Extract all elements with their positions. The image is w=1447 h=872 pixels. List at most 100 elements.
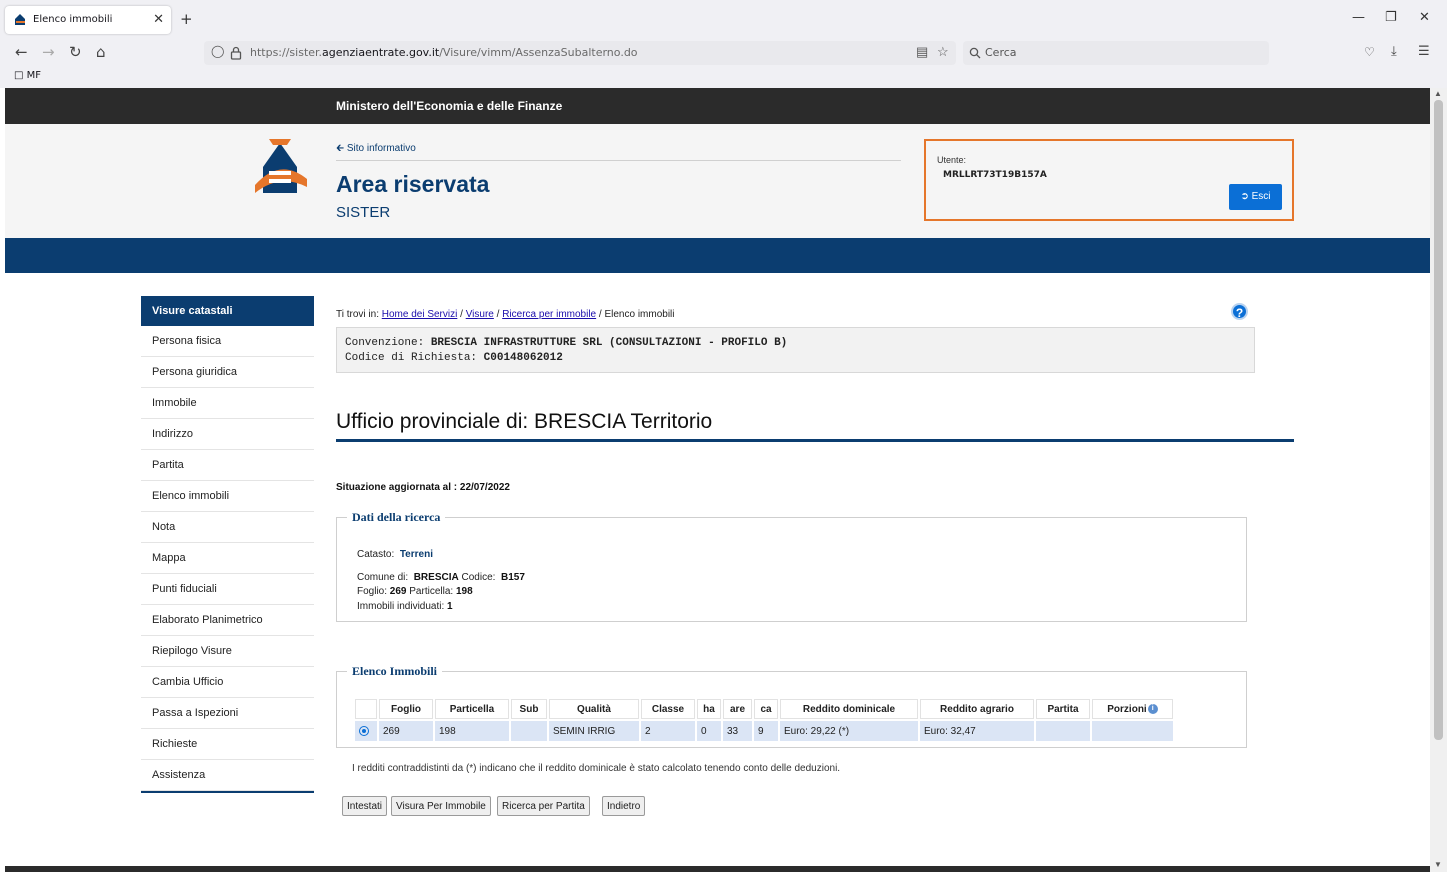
back-icon[interactable]: ← [15, 43, 28, 61]
area-riservata-title: Area riservata [336, 171, 490, 197]
sidebar-item-mappa[interactable]: Mappa [141, 543, 314, 574]
situazione-date: Situazione aggiornata al : 22/07/2022 [336, 482, 510, 493]
user-code: MRLLRT73T19B157A [943, 170, 1047, 180]
tab-bar: Elenco immobili ✕ + — ❐ ✕ [0, 0, 1447, 38]
pocket-icon[interactable]: ♡ [1364, 45, 1375, 59]
menu-icon[interactable]: ☰ [1418, 44, 1430, 59]
breadcrumb-sep: / [496, 309, 500, 320]
search-bar[interactable]: Cerca [963, 41, 1269, 65]
breadcrumb-visure[interactable]: Visure [466, 309, 494, 320]
breadcrumb-current: Elenco immobili [604, 309, 675, 320]
bookmarks-bar: □ MF [0, 68, 1447, 88]
sidebar-item-indirizzo[interactable]: Indirizzo [141, 419, 314, 450]
forward-icon[interactable]: → [42, 43, 55, 61]
download-icon[interactable]: ⤓ [1391, 44, 1397, 59]
row-select-radio[interactable] [355, 721, 377, 741]
new-tab-icon[interactable]: + [180, 10, 193, 28]
sidebar-item-cambia-ufficio[interactable]: Cambia Ufficio [141, 667, 314, 698]
agenzia-favicon-icon [15, 14, 25, 25]
sidebar-item-punti-fiduciali[interactable]: Punti fiduciali [141, 574, 314, 605]
sito-informativo-link[interactable]: 🡰 Sito informativo [336, 141, 416, 158]
immobili-line: Immobili individuati: 1 [357, 601, 453, 612]
table-header-row: Foglio Particella Sub Qualità Classe ha … [355, 699, 1173, 719]
scroll-thumb[interactable] [1434, 100, 1443, 740]
cell-reddito-agrario: Euro: 32,47 [920, 721, 1034, 741]
sidebar-bottom-rule [141, 791, 314, 793]
sidebar-item-elenco-immobili[interactable]: Elenco immobili [141, 481, 314, 512]
info-icon[interactable]: i [1147, 703, 1158, 714]
cell-particella: 198 [435, 721, 509, 741]
scroll-up-icon[interactable]: ▲ [1434, 89, 1442, 98]
header-divider [336, 160, 901, 161]
restore-icon[interactable]: ❐ [1385, 10, 1397, 25]
home-icon[interactable]: ⌂ [96, 43, 106, 61]
scroll-down-icon[interactable]: ▼ [1434, 860, 1442, 869]
sidebar-item-partita[interactable]: Partita [141, 450, 314, 481]
codice-richiesta-label: Codice di Richiesta: [345, 352, 478, 364]
intestati-button[interactable]: Intestati [342, 796, 388, 816]
bookmark-folder[interactable]: □ MF [14, 70, 41, 81]
col-select [355, 699, 377, 719]
sidebar-item-persona-giuridica[interactable]: Persona giuridica [141, 357, 314, 388]
sidebar-item-nota[interactable]: Nota [141, 512, 314, 543]
tab-title: Elenco immobili [33, 14, 113, 25]
col-porzioni: Porzioni i [1092, 699, 1173, 719]
cell-are: 33 [723, 721, 752, 741]
arrow-left-icon: 🡰 [336, 143, 345, 154]
breadcrumb-sep: / [460, 309, 463, 320]
cell-reddito-dominicale: Euro: 29,22 (*) [780, 721, 918, 741]
sidebar-item-elaborato-planimetrico[interactable]: Elaborato Planimetrico [141, 605, 314, 636]
sidebar-item-persona-fisica[interactable]: Persona fisica [141, 326, 314, 357]
table-row[interactable]: 269 198 SEMIN IRRIG 2 0 33 9 Euro: 29,22… [355, 721, 1173, 741]
reload-icon[interactable]: ↻ [69, 43, 82, 61]
close-icon[interactable]: ✕ [1419, 10, 1430, 25]
col-sub: Sub [511, 699, 547, 719]
cell-ca: 9 [754, 721, 778, 741]
user-box: Utente: MRLLRT73T19B157A ➲ Esci [924, 139, 1294, 221]
col-classe: Classe [641, 699, 695, 719]
comune-line: Comune di: BRESCIA Codice: B157 [357, 572, 525, 583]
ricerca-per-partita-button[interactable]: Ricerca per Partita [497, 796, 590, 816]
breadcrumb-home-servizi[interactable]: Home dei Servizi [382, 309, 458, 320]
cell-partita [1036, 721, 1090, 741]
nav-bar: ← → ↻ ⌂ ◯ https://sister.agenziaentrate.… [0, 38, 1447, 68]
col-ca: ca [754, 699, 778, 719]
user-label: Utente: [937, 155, 967, 165]
tab-close-icon[interactable]: ✕ [153, 11, 164, 27]
col-are: are [723, 699, 752, 719]
star-icon[interactable]: ☆ [937, 44, 949, 60]
cell-ha: 0 [697, 721, 721, 741]
convenzione-value: BRESCIA INFRASTRUTTURE SRL (CONSULTAZION… [430, 337, 788, 349]
indietro-button[interactable]: Indietro [602, 796, 646, 816]
col-reddito-agrario: Reddito agrario [920, 699, 1034, 719]
visura-per-immobile-button[interactable]: Visura Per Immobile [391, 796, 491, 816]
elenco-immobili-title: Elenco Immobili [352, 664, 438, 678]
url-bar[interactable]: ◯ https://sister.agenziaentrate.gov.it/V… [204, 41, 956, 65]
logout-icon: ➲ [1240, 191, 1249, 202]
browser-tab[interactable]: Elenco immobili ✕ [5, 6, 171, 34]
col-partita: Partita [1036, 699, 1090, 719]
sidebar-item-riepilogo-visure[interactable]: Riepilogo Visure [141, 636, 314, 667]
logout-button[interactable]: ➲ Esci [1229, 184, 1282, 210]
redditi-note: I redditi contraddistinti da (*) indican… [352, 763, 841, 774]
help-icon[interactable]: ? [1231, 303, 1248, 320]
page-scrollbar[interactable]: ▲ ▼ [1430, 88, 1447, 872]
url-text[interactable]: https://sister.agenziaentrate.gov.it/Vis… [250, 46, 638, 59]
shield-icon[interactable]: ◯ [211, 44, 224, 58]
sidebar-item-immobile[interactable]: Immobile [141, 388, 314, 419]
sidebar-menu: Visure catastali Persona fisica Persona … [141, 296, 314, 793]
sidebar-item-passa-ispezioni[interactable]: Passa a Ispezioni [141, 698, 314, 729]
radio-selected-icon[interactable] [359, 725, 369, 736]
cell-foglio: 269 [379, 721, 433, 741]
page-title: Ufficio provinciale di: BRESCIA Territor… [336, 410, 713, 433]
minimize-icon[interactable]: — [1352, 10, 1365, 25]
reader-icon[interactable]: ▤ [916, 44, 928, 60]
sidebar-item-assistenza[interactable]: Assistenza [141, 760, 314, 791]
breadcrumb-ricerca-immobile[interactable]: Ricerca per immobile [502, 309, 596, 320]
sidebar-item-richieste[interactable]: Richieste [141, 729, 314, 760]
elenco-immobili-box: Elenco Immobili Foglio Particella Sub Qu… [336, 664, 1247, 748]
ministry-title: Ministero dell'Economia e delle Finanze [336, 99, 563, 113]
site-header: 🡰 Sito informativo Area riservata SISTER… [5, 124, 1430, 238]
lock-icon[interactable] [230, 46, 242, 60]
search-input[interactable]: Cerca [985, 46, 1017, 59]
